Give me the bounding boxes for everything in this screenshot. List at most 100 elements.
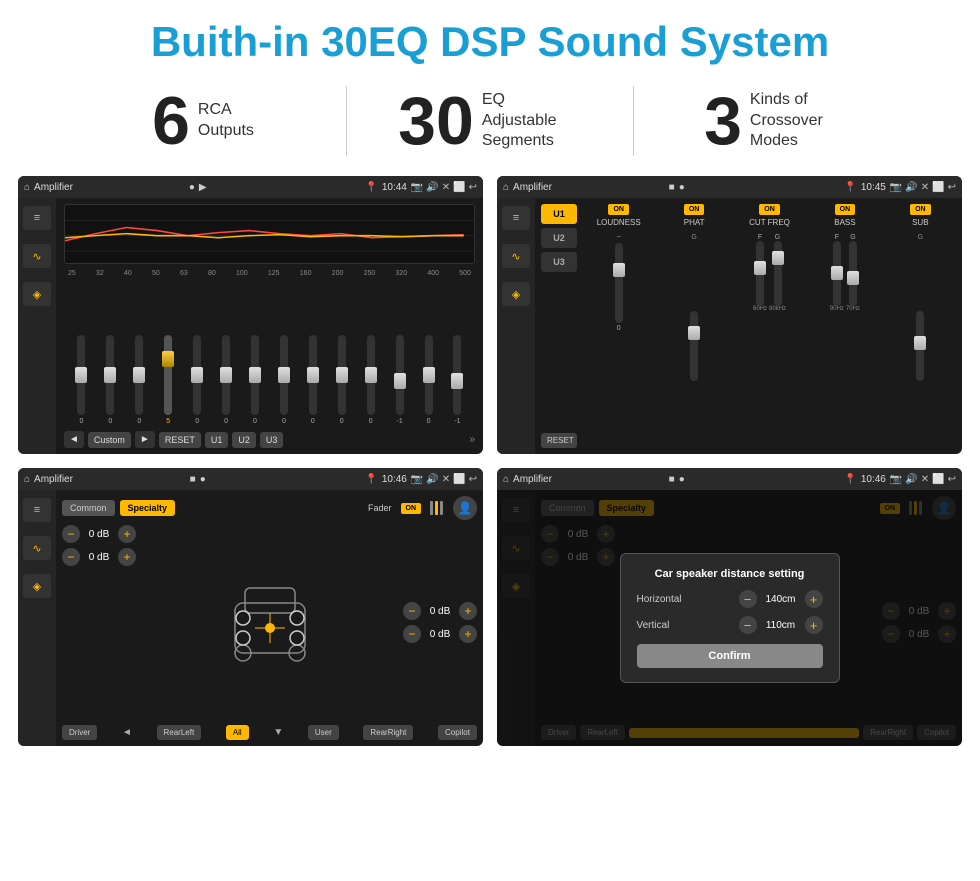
confirm-button[interactable]: Confirm xyxy=(637,644,823,668)
db-plus-1[interactable]: + xyxy=(118,525,136,543)
fader-app-name: Amplifier xyxy=(34,474,186,485)
eq-side-btn-3[interactable]: ◈ xyxy=(23,282,51,306)
screen-dialog: ⌂ Amplifier ■ ● 📍 10:46 📷 🔊 ✕ ⬜ ↩ ≡ ∿ ◈ xyxy=(497,468,962,746)
eq-prev-btn[interactable]: ◄ xyxy=(64,431,84,448)
db-plus-4[interactable]: + xyxy=(459,625,477,643)
cross-u1-btn[interactable]: U1 xyxy=(541,204,577,224)
eq-more[interactable]: » xyxy=(469,434,475,445)
fader-rearleft-btn[interactable]: RearLeft xyxy=(157,725,202,740)
dialog-horizontal-plus[interactable]: + xyxy=(805,590,823,608)
dialog-vertical-value: 110cm xyxy=(761,620,801,631)
cross-reset-btn[interactable]: RESET xyxy=(541,433,577,448)
cross-channels: U1 U2 U3 RESET xyxy=(541,204,577,448)
cross-bass-col: ON BASS F 90Hz G 70Hz xyxy=(809,204,880,448)
dialog-vertical-row: Vertical − 110cm + xyxy=(637,616,823,634)
eq-slider-1[interactable]: 0 xyxy=(68,335,95,425)
fader-left-arrow[interactable]: ◄ xyxy=(122,727,132,738)
cross-phat-col: ON PHAT G xyxy=(658,204,729,448)
window-icon-fader: ⬜ xyxy=(453,474,465,485)
eq-slider-5[interactable]: 0 xyxy=(184,335,211,425)
dialog-horizontal-minus[interactable]: − xyxy=(739,590,757,608)
volume-icon-dialog: 🔊 xyxy=(905,474,917,485)
camera-icon-dialog: 📷 xyxy=(890,474,902,485)
eq-u2-btn[interactable]: U2 xyxy=(232,432,256,448)
window-icon-cross: ⬜ xyxy=(932,182,944,193)
eq-slider-9[interactable]: 0 xyxy=(299,335,326,425)
cross-u3-btn[interactable]: U3 xyxy=(541,252,577,272)
fader-all-btn[interactable]: All xyxy=(226,725,249,740)
cross-side-btn-3[interactable]: ◈ xyxy=(502,282,530,306)
eq-slider-13[interactable]: 0 xyxy=(415,335,442,425)
volume-icon: 🔊 xyxy=(426,182,438,193)
fader-tab-specialty[interactable]: Specialty xyxy=(120,500,176,516)
db-minus-1[interactable]: − xyxy=(62,525,80,543)
home-icon-fader[interactable]: ⌂ xyxy=(24,474,30,485)
fader-on-badge[interactable]: ON xyxy=(401,503,422,514)
eq-reset-btn[interactable]: RESET xyxy=(159,432,201,448)
eq-slider-12[interactable]: -1 xyxy=(386,335,413,425)
eq-next-btn[interactable]: ► xyxy=(135,431,155,448)
cross-cutfreq-on[interactable]: ON xyxy=(759,204,780,215)
page-title: Buith-in 30EQ DSP Sound System xyxy=(20,18,960,66)
fader-down-arrow[interactable]: ▼ xyxy=(273,727,283,738)
fader-rearright-btn[interactable]: RearRight xyxy=(363,725,413,740)
eq-u3-btn[interactable]: U3 xyxy=(260,432,284,448)
home-icon-cross[interactable]: ⌂ xyxy=(503,182,509,193)
cross-phat-label: PHAT xyxy=(684,218,705,227)
eq-u1-btn[interactable]: U1 xyxy=(205,432,229,448)
eq-side-panel: ≡ ∿ ◈ xyxy=(18,198,56,454)
pin-icon-dialog: 📍 xyxy=(844,474,856,485)
cross-phat-on[interactable]: ON xyxy=(684,204,705,215)
eq-slider-6[interactable]: 0 xyxy=(213,335,240,425)
eq-slider-3[interactable]: 0 xyxy=(126,335,153,425)
cross-sub-on[interactable]: ON xyxy=(910,204,931,215)
eq-side-btn-2[interactable]: ∿ xyxy=(23,244,51,268)
eq-slider-11[interactable]: 0 xyxy=(357,335,384,425)
play-icon: ▶ xyxy=(199,182,207,193)
eq-slider-8[interactable]: 0 xyxy=(270,335,297,425)
dot-icon-fader: ■ xyxy=(190,474,196,485)
fader-side-btn-1[interactable]: ≡ xyxy=(23,498,51,522)
db-minus-4[interactable]: − xyxy=(403,625,421,643)
dialog-vertical-minus[interactable]: − xyxy=(739,616,757,634)
fader-tab-common[interactable]: Common xyxy=(62,500,115,516)
screen-eq: ⌂ Amplifier ● ▶ 📍 10:44 📷 🔊 ✕ ⬜ ↩ ≡ ∿ ◈ xyxy=(18,176,483,454)
cross-cutfreq-col: ON CUT FREQ F 60Hz G 80kHz xyxy=(734,204,805,448)
fader-user-btn[interactable]: User xyxy=(308,725,339,740)
dot-icon-dialog: ■ xyxy=(669,474,675,485)
window-icon: ⬜ xyxy=(453,182,465,193)
pin-icon: 📍 xyxy=(365,182,377,193)
eq-slider-14[interactable]: -1 xyxy=(444,335,471,425)
status-icons-eq: 📷 🔊 ✕ ⬜ ↩ xyxy=(411,182,477,193)
cross-u2-btn[interactable]: U2 xyxy=(541,228,577,248)
home-icon-dialog[interactable]: ⌂ xyxy=(503,474,509,485)
cross-loudness-on[interactable]: ON xyxy=(608,204,629,215)
fader-body: − 0 dB + − 0 dB + xyxy=(62,525,477,720)
dialog-vertical-plus[interactable]: + xyxy=(805,616,823,634)
db-value-3: 0 dB xyxy=(425,606,455,617)
cross-side-btn-2[interactable]: ∿ xyxy=(502,244,530,268)
fader-tabs: Common Specialty Fader ON 👤 xyxy=(62,496,477,520)
eq-slider-2[interactable]: 0 xyxy=(97,335,124,425)
fader-side-btn-3[interactable]: ◈ xyxy=(23,574,51,598)
eq-slider-4[interactable]: 5 xyxy=(155,335,182,425)
cross-side-btn-1[interactable]: ≡ xyxy=(502,206,530,230)
db-minus-2[interactable]: − xyxy=(62,548,80,566)
cross-bass-on[interactable]: ON xyxy=(835,204,856,215)
fader-driver-btn[interactable]: Driver xyxy=(62,725,97,740)
fader-side-btn-2[interactable]: ∿ xyxy=(23,536,51,560)
eq-slider-7[interactable]: 0 xyxy=(242,335,269,425)
home-icon[interactable]: ⌂ xyxy=(24,182,30,193)
dot2-icon-cross: ● xyxy=(679,182,685,193)
status-bar-dialog: ⌂ Amplifier ■ ● 📍 10:46 📷 🔊 ✕ ⬜ ↩ xyxy=(497,468,962,490)
fader-avatar-btn[interactable]: 👤 xyxy=(453,496,477,520)
back-icon: ↩ xyxy=(469,182,477,193)
cross-side-panel: ≡ ∿ ◈ xyxy=(497,198,535,454)
dialog-horizontal-value: 140cm xyxy=(761,594,801,605)
db-plus-3[interactable]: + xyxy=(459,602,477,620)
eq-slider-10[interactable]: 0 xyxy=(328,335,355,425)
eq-side-btn-1[interactable]: ≡ xyxy=(23,206,51,230)
db-plus-2[interactable]: + xyxy=(118,548,136,566)
db-minus-3[interactable]: − xyxy=(403,602,421,620)
fader-copilot-btn[interactable]: Copilot xyxy=(438,725,477,740)
